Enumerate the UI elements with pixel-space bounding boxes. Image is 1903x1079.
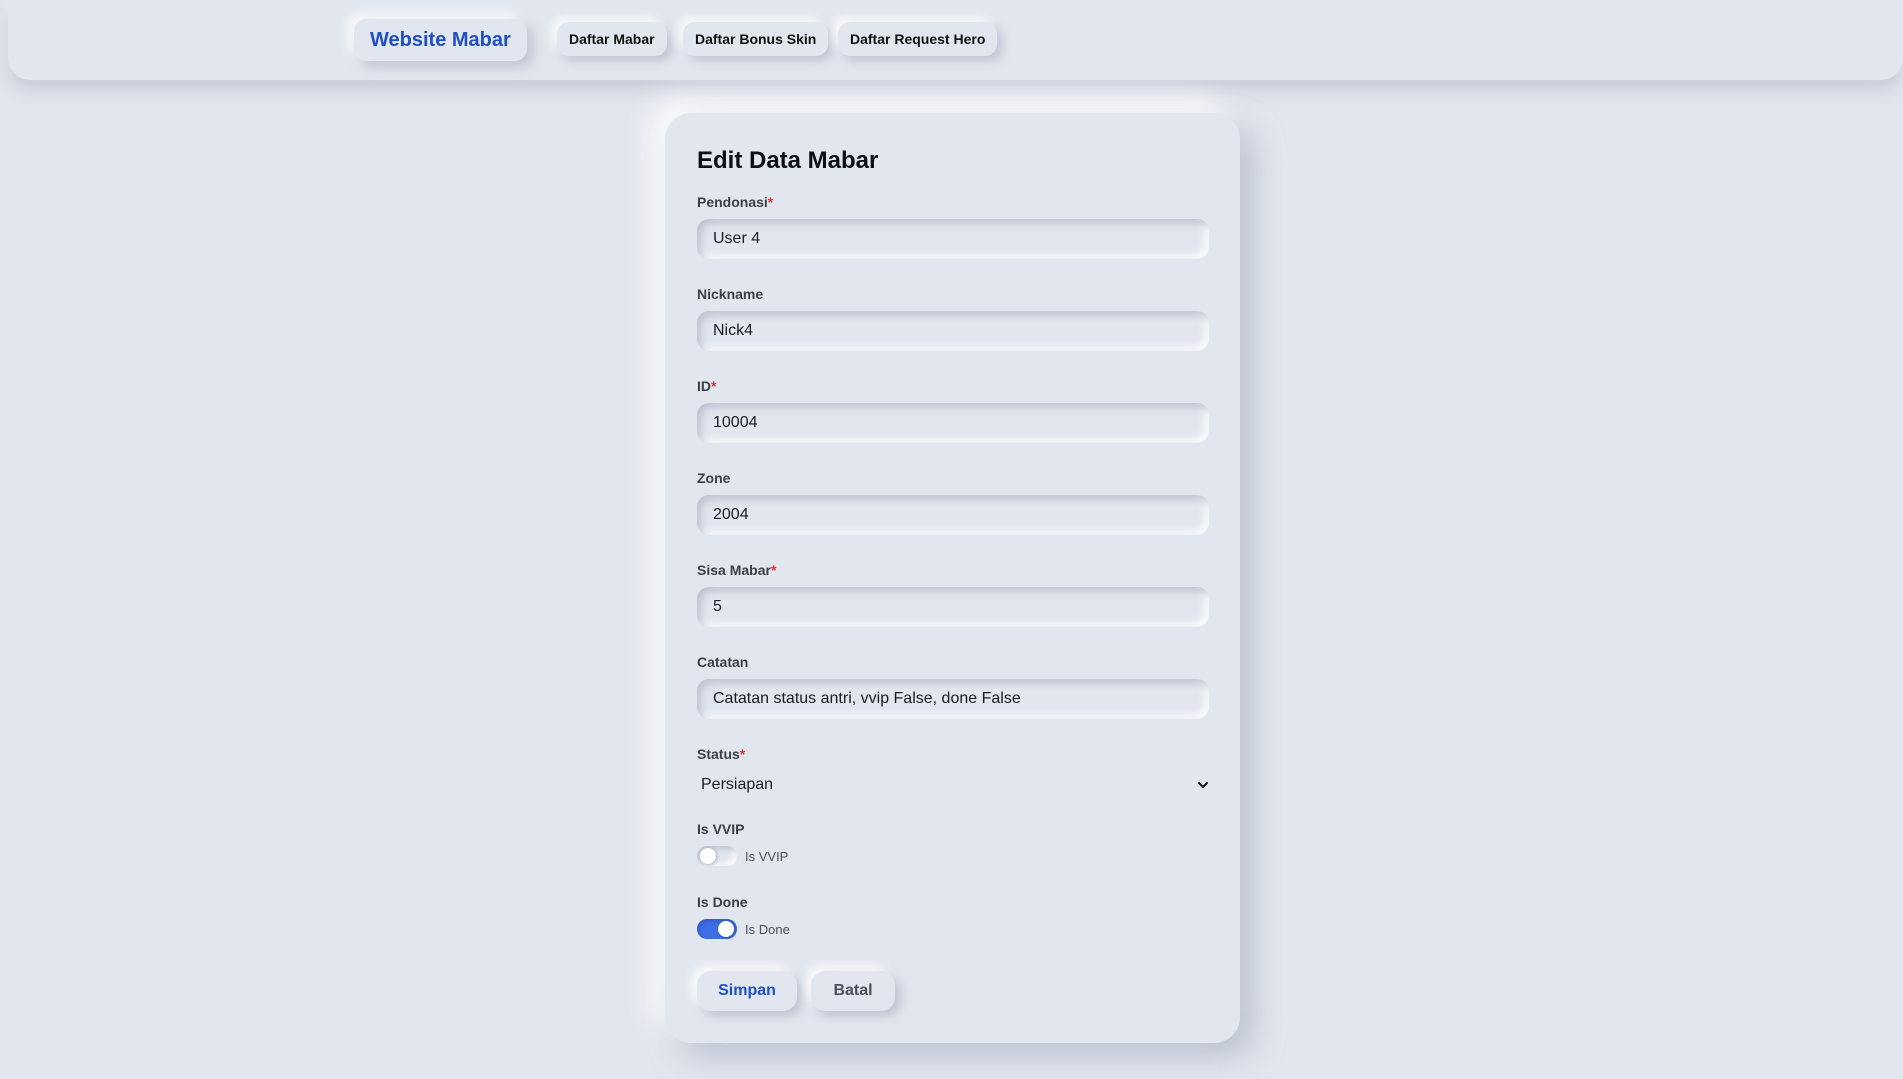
is-vvip-toggle[interactable]: [697, 846, 737, 866]
required-marker: *: [770, 562, 777, 578]
toggle-knob: [718, 921, 734, 937]
required-marker: *: [739, 746, 746, 762]
nav-daftar-bonus-skin[interactable]: Daftar Bonus Skin: [683, 22, 829, 56]
is-done-row: Is Done: [697, 917, 790, 941]
sisa-mabar-input[interactable]: [697, 587, 1209, 627]
required-marker: *: [767, 194, 774, 210]
nav-daftar-mabar[interactable]: Daftar Mabar: [557, 22, 667, 56]
form-title: Edit Data Mabar: [697, 147, 879, 174]
is-vvip-toggle-label: Is VVIP: [745, 848, 789, 864]
nickname-label: Nickname: [697, 286, 764, 302]
pendonasi-label: Pendonasi*: [697, 194, 774, 210]
status-select[interactable]: Persiapan: [697, 770, 1209, 800]
is-done-toggle[interactable]: [697, 919, 737, 939]
is-vvip-label: Is VVIP: [697, 821, 745, 837]
top-navbar: Website Mabar Daftar Mabar Daftar Bonus …: [8, 0, 1903, 80]
id-label: ID*: [697, 378, 717, 394]
chevron-down-icon: [1197, 779, 1209, 791]
cancel-button[interactable]: Batal: [811, 971, 895, 1011]
toggle-knob: [700, 848, 716, 864]
pendonasi-input[interactable]: [697, 219, 1209, 259]
sisa-mabar-label: Sisa Mabar*: [697, 562, 777, 578]
nav-daftar-request-hero[interactable]: Daftar Request Hero: [838, 22, 998, 56]
status-label: Status*: [697, 746, 746, 762]
brand-link[interactable]: Website Mabar: [354, 19, 527, 61]
edit-form-card: Edit Data Mabar Pendonasi* Nickname ID* …: [665, 113, 1240, 1043]
save-button[interactable]: Simpan: [697, 971, 797, 1011]
is-done-toggle-label: Is Done: [745, 921, 790, 937]
required-marker: *: [711, 378, 717, 394]
is-vvip-row: Is VVIP: [697, 844, 788, 868]
nickname-input[interactable]: [697, 311, 1209, 351]
catatan-label: Catatan: [697, 654, 749, 670]
catatan-input[interactable]: [697, 679, 1209, 719]
zone-label: Zone: [697, 470, 731, 486]
status-select-value: Persiapan: [701, 776, 774, 793]
is-done-label: Is Done: [697, 894, 748, 910]
zone-input[interactable]: [697, 495, 1209, 535]
id-input[interactable]: [697, 403, 1209, 443]
